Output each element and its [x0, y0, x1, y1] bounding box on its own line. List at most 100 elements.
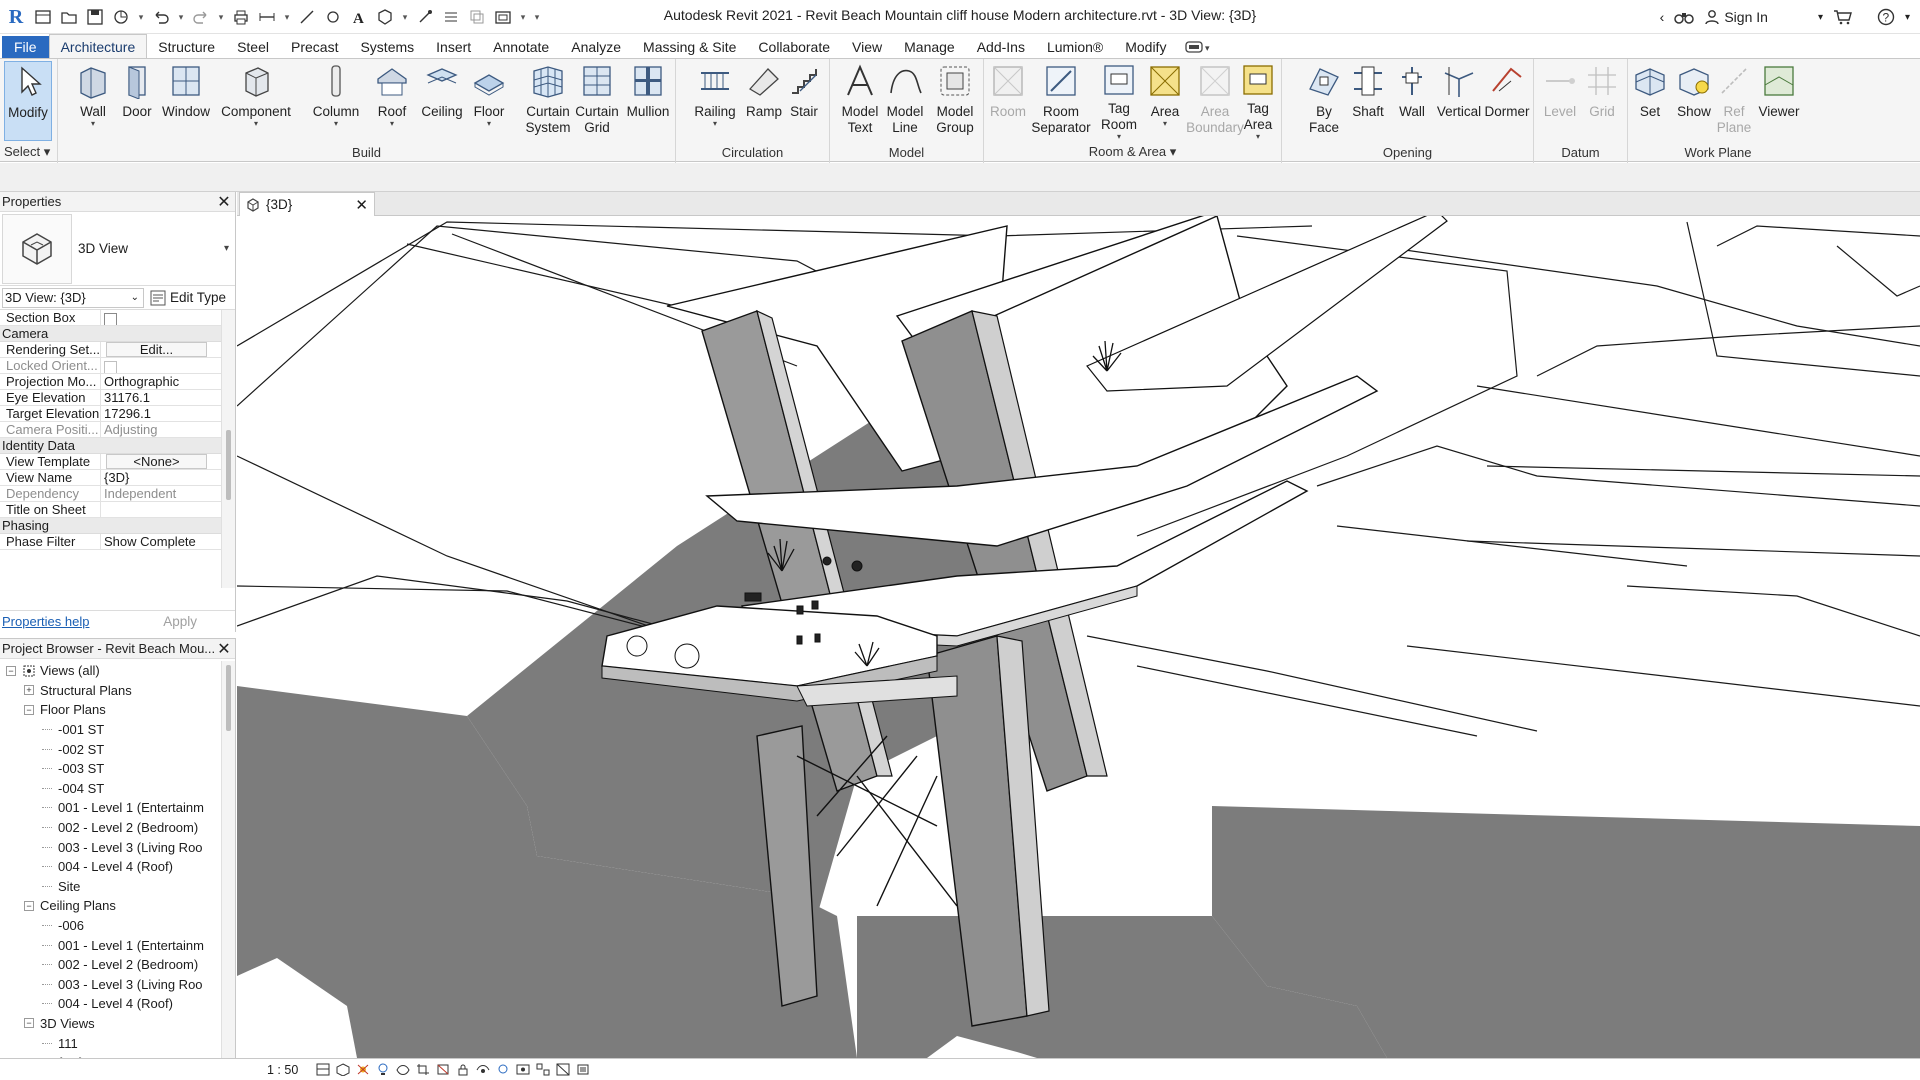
properties-scrollbar[interactable] — [221, 310, 235, 588]
column-dropdown-icon[interactable]: ▾ — [334, 120, 338, 128]
area-dropdown-icon[interactable]: ▾ — [1163, 120, 1167, 128]
door-button[interactable]: Door — [114, 61, 160, 141]
room-separator-button[interactable]: Room Separator — [1026, 61, 1096, 141]
tree-node[interactable]: -004 ST — [0, 779, 235, 799]
print-icon[interactable] — [230, 6, 252, 28]
section-box-checkbox[interactable] — [104, 312, 117, 325]
modify-button[interactable]: Modify — [4, 61, 52, 141]
tab-architecture[interactable]: Architecture — [48, 34, 148, 58]
curtain-system-button[interactable]: Curtain System — [520, 61, 576, 141]
dormer-button[interactable]: Dormer — [1482, 61, 1532, 141]
analytical-model-icon[interactable] — [555, 1063, 571, 1077]
projection-mode-value[interactable]: Orthographic — [101, 374, 215, 389]
model-line-button[interactable]: Model Line — [882, 61, 928, 141]
tree-node[interactable]: 003 - Level 3 (Living Roo — [0, 975, 235, 995]
ceiling-button[interactable]: Ceiling — [414, 61, 470, 141]
floor-dropdown-icon[interactable]: ▾ — [487, 120, 491, 128]
tree-node[interactable]: 002 - Level 2 (Bedroom) — [0, 818, 235, 838]
properties-help-link[interactable]: Properties help — [2, 614, 89, 629]
tree-node[interactable]: -003 ST — [0, 759, 235, 779]
tab-structure[interactable]: Structure — [147, 36, 226, 58]
component-button[interactable]: Component ▾ — [214, 61, 298, 141]
room-button[interactable]: Room — [986, 61, 1030, 141]
collapse-icon[interactable]: − — [24, 1018, 34, 1029]
shadows-icon[interactable] — [375, 1063, 391, 1077]
help-icon[interactable]: ? — [1877, 8, 1895, 26]
tab-insert[interactable]: Insert — [425, 36, 482, 58]
tree-node[interactable]: -002 ST — [0, 739, 235, 759]
tag-icon[interactable] — [322, 6, 344, 28]
ramp-button[interactable]: Ramp — [742, 61, 786, 141]
tag-area-button[interactable]: Tag Area ▾ — [1236, 61, 1280, 141]
highlight-displacement-icon[interactable] — [575, 1063, 591, 1077]
show-button[interactable]: Show — [1674, 61, 1714, 141]
show-crop-icon[interactable] — [435, 1063, 451, 1077]
tree-node[interactable]: 001 - Level 1 (Entertainm — [0, 935, 235, 955]
tree-node[interactable]: 004 - Level 4 (Roof) — [0, 857, 235, 877]
view-name-field[interactable]: {3D} — [101, 470, 215, 485]
roof-dropdown-icon[interactable]: ▾ — [390, 120, 394, 128]
crop-view-icon[interactable] — [415, 1063, 431, 1077]
tree-node[interactable]: − Ceiling Plans — [0, 896, 235, 916]
tree-node[interactable]: 004 - Level 4 (Roof) — [0, 994, 235, 1014]
view-tab-close-icon[interactable]: ✕ — [355, 196, 368, 214]
area-boundary-button[interactable]: Area Boundary — [1186, 61, 1244, 141]
tree-node[interactable]: -006 — [0, 916, 235, 936]
cart-icon[interactable] — [1833, 9, 1853, 25]
tree-node[interactable]: −3D Views — [0, 1014, 235, 1034]
tab-manage[interactable]: Manage — [893, 36, 966, 58]
measure-dropdown-icon[interactable]: ▾ — [282, 6, 292, 28]
tab-steel[interactable]: Steel — [226, 36, 280, 58]
title-on-sheet-field[interactable] — [101, 502, 215, 517]
default-3d-view-icon[interactable] — [374, 6, 396, 28]
viewer-button[interactable]: Viewer — [1754, 61, 1804, 141]
redo-icon[interactable] — [190, 6, 212, 28]
worksharing-display-icon[interactable] — [535, 1063, 551, 1077]
switch-windows-dropdown-icon[interactable]: ▾ — [518, 6, 528, 28]
view-scale[interactable]: 1 : 50 — [267, 1063, 311, 1077]
properties-close-icon[interactable]: ✕ — [217, 194, 231, 211]
properties-scroll-thumb[interactable] — [226, 430, 231, 500]
stair-button[interactable]: Stair — [784, 61, 824, 141]
3d-viewport[interactable] — [237, 216, 1920, 1058]
section-icon[interactable] — [414, 6, 436, 28]
tag-area-dropdown-icon[interactable]: ▾ — [1256, 133, 1260, 141]
save-icon[interactable] — [84, 6, 106, 28]
tab-analyze[interactable]: Analyze — [560, 36, 632, 58]
expand-icon[interactable]: + — [24, 685, 34, 696]
grid-button[interactable]: Grid — [1582, 61, 1622, 141]
tab-collaborate[interactable]: Collaborate — [747, 36, 841, 58]
text-icon[interactable]: A — [348, 6, 370, 28]
view-tab-3d[interactable]: {3D} ✕ — [239, 192, 375, 216]
model-group-button[interactable]: Model Group — [928, 61, 982, 141]
tree-node[interactable]: -001 ST — [0, 720, 235, 740]
view-template-button[interactable]: <None> — [106, 454, 207, 469]
tab-massing-site[interactable]: Massing & Site — [632, 36, 747, 58]
tag-room-dropdown-icon[interactable]: ▾ — [1117, 133, 1121, 141]
collapse-icon[interactable]: − — [6, 665, 16, 676]
sync-icon[interactable] — [110, 6, 132, 28]
mullion-button[interactable]: Mullion — [624, 61, 672, 141]
level-button[interactable]: Level — [1540, 61, 1580, 141]
roof-button[interactable]: Roof ▾ — [370, 61, 414, 141]
apply-button[interactable]: Apply — [163, 614, 197, 629]
tab-file[interactable]: File — [2, 36, 49, 58]
sun-path-icon[interactable] — [355, 1063, 371, 1077]
group-identity-data[interactable]: Identity Data⌃ — [0, 438, 235, 454]
tag-room-button[interactable]: Tag Room ▾ — [1094, 61, 1144, 141]
temporary-view-properties-icon[interactable] — [515, 1063, 531, 1077]
tree-node[interactable]: 003 - Level 3 (Living Roo — [0, 837, 235, 857]
switch-windows-icon[interactable] — [492, 6, 514, 28]
target-elevation-field[interactable]: 17296.1 — [101, 406, 215, 421]
panel-select-title[interactable]: Select ▾ — [0, 144, 57, 160]
set-button[interactable]: Set — [1630, 61, 1670, 141]
type-selector[interactable]: 3D View ▾ — [0, 212, 235, 286]
group-camera[interactable]: Camera⌃ — [0, 326, 235, 342]
home-icon[interactable] — [32, 6, 54, 28]
binoculars-icon[interactable] — [1674, 9, 1695, 25]
undo-icon[interactable] — [150, 6, 172, 28]
component-dropdown-icon[interactable]: ▾ — [254, 120, 258, 128]
sign-in-dropdown-icon[interactable]: ▾ — [1818, 12, 1823, 23]
model-text-button[interactable]: Model Text — [836, 61, 884, 141]
tab-precast[interactable]: Precast — [280, 36, 349, 58]
